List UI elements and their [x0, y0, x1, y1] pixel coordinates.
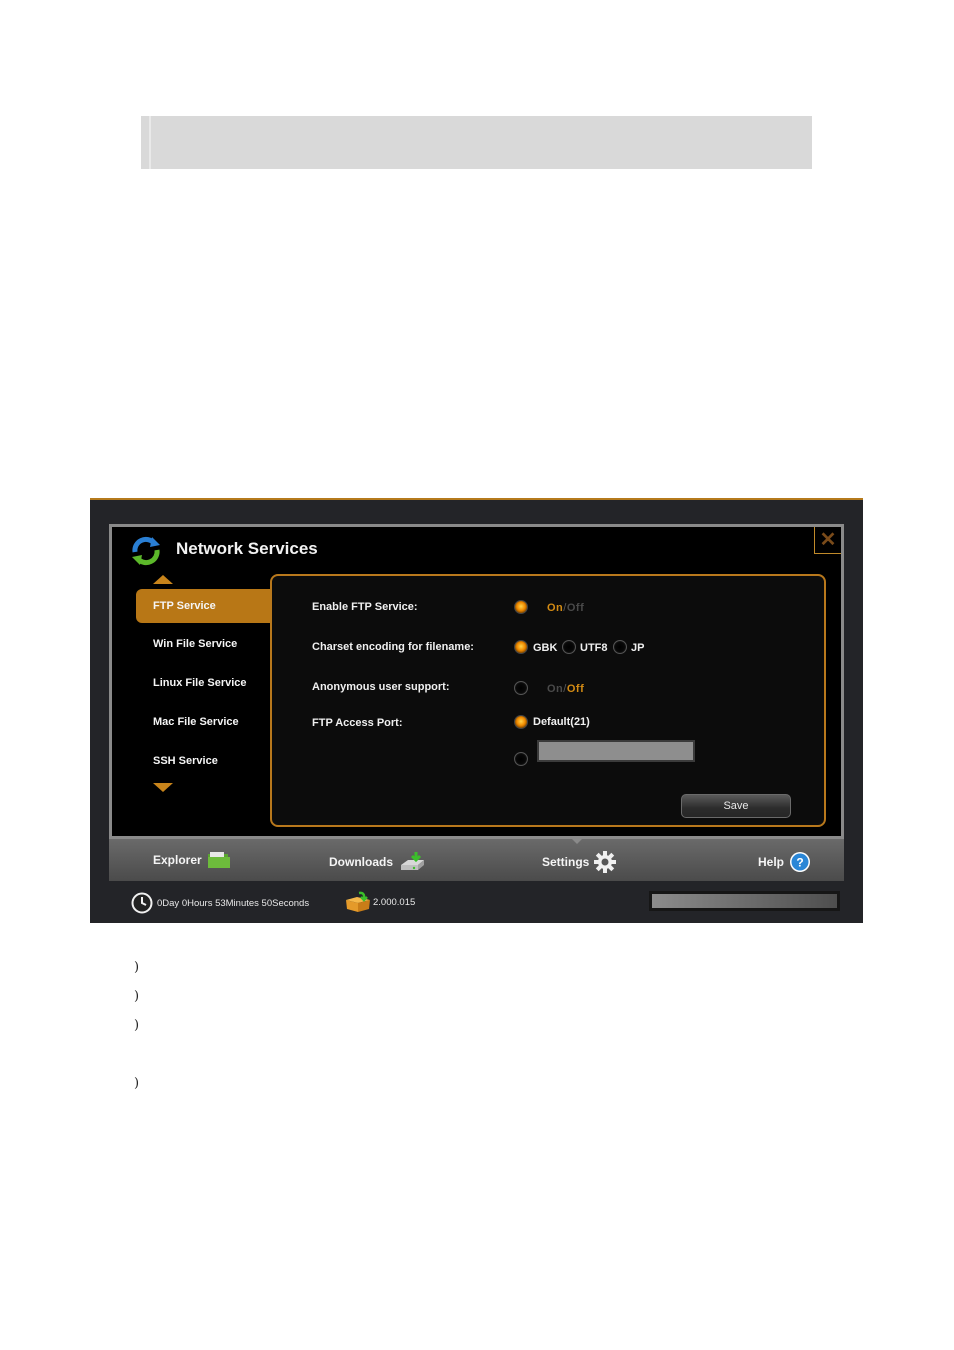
- enable-ftp-label: Enable FTP Service:: [312, 601, 418, 613]
- port-custom-radio[interactable]: [514, 752, 528, 766]
- toolbar-settings[interactable]: Settings: [542, 851, 617, 873]
- list-bullet: ): [134, 1076, 140, 1091]
- sidebar-item-ftp-service[interactable]: FTP Service: [136, 589, 276, 623]
- main-toolbar: Explorer Downloads Settings Help ?: [109, 839, 844, 881]
- document-header-bar: [141, 116, 812, 169]
- version-text: 2.000.015: [373, 896, 416, 908]
- folder-icon: [207, 852, 230, 868]
- port-default-radio[interactable]: [514, 715, 528, 729]
- status-bar: 0Day 0Hours 53Minutes 50Seconds 2.000.01…: [90, 881, 863, 925]
- charset-utf8-label: UTF8: [580, 642, 608, 654]
- app-window: Network Services ✕ FTP Service Win File …: [90, 498, 863, 923]
- charset-gbk-label: GBK: [533, 642, 558, 654]
- anonymous-toggle[interactable]: On/Off: [547, 683, 584, 695]
- package-update-icon: [346, 891, 370, 912]
- list-bullet: ): [134, 1018, 140, 1033]
- list-bullet: ): [134, 960, 140, 975]
- uptime-text: 0Day 0Hours 53Minutes 50Seconds: [157, 897, 310, 909]
- scroll-down-arrow-icon[interactable]: [153, 783, 173, 792]
- network-services-dialog: Network Services ✕ FTP Service Win File …: [109, 524, 844, 839]
- enable-ftp-toggle[interactable]: On/Off: [547, 602, 584, 614]
- progress-fill: [652, 894, 837, 908]
- service-sidebar: FTP Service Win File Service Linux File …: [136, 589, 276, 784]
- charset-jp-radio[interactable]: [613, 640, 627, 654]
- scroll-up-arrow-icon[interactable]: [153, 575, 173, 584]
- port-default-label: Default(21): [533, 716, 590, 728]
- refresh-icon: [132, 536, 160, 566]
- list-bullet: ): [134, 989, 140, 1004]
- close-icon: ✕: [819, 529, 837, 551]
- explorer-label: Explorer: [153, 853, 202, 867]
- toggle-off: Off: [566, 602, 585, 614]
- charset-jp-label: JP: [631, 642, 645, 654]
- charset-utf8-radio[interactable]: [562, 640, 576, 654]
- clock-icon: [131, 892, 153, 914]
- progress-bar: [649, 891, 840, 911]
- custom-port-input[interactable]: [537, 740, 695, 762]
- gear-icon: [594, 851, 617, 873]
- toolbar-explorer[interactable]: Explorer: [153, 851, 231, 869]
- anonymous-label: Anonymous user support:: [312, 681, 450, 693]
- close-button[interactable]: ✕: [814, 527, 841, 554]
- help-label: Help: [758, 855, 785, 869]
- uptime-status: 0Day 0Hours 53Minutes 50Seconds: [131, 892, 309, 914]
- charset-label: Charset encoding for filename:: [312, 641, 474, 653]
- ftp-port-label: FTP Access Port:: [312, 717, 403, 729]
- ftp-settings-panel: Enable FTP Service: On/Off Charset encod…: [270, 574, 826, 827]
- version-status: 2.000.015: [345, 891, 415, 913]
- dialog-title: Network Services: [176, 539, 318, 558]
- sidebar-item-ssh-service[interactable]: SSH Service: [136, 745, 276, 784]
- sidebar-item-mac-file-service[interactable]: Mac File Service: [136, 706, 276, 745]
- toggle-on: On: [547, 602, 564, 614]
- charset-gbk-radio[interactable]: [514, 640, 528, 654]
- anonymous-radio[interactable]: [514, 681, 528, 695]
- downloads-label: Downloads: [329, 855, 394, 869]
- download-drive-icon: [401, 852, 425, 870]
- toolbar-help[interactable]: Help ?: [758, 851, 811, 873]
- save-button[interactable]: Save: [681, 794, 791, 818]
- toolbar-downloads[interactable]: Downloads: [329, 851, 426, 873]
- header-bar-rule: [149, 116, 151, 169]
- active-tab-indicator: [572, 839, 582, 844]
- svg-text:?: ?: [796, 856, 803, 870]
- enable-ftp-radio[interactable]: [514, 600, 528, 614]
- help-icon: ?: [790, 852, 811, 872]
- toggle-off: Off: [566, 683, 585, 695]
- sidebar-item-win-file-service[interactable]: Win File Service: [136, 628, 276, 667]
- toggle-on: On: [547, 683, 564, 695]
- sidebar-item-linux-file-service[interactable]: Linux File Service: [136, 667, 276, 706]
- settings-label: Settings: [542, 855, 590, 869]
